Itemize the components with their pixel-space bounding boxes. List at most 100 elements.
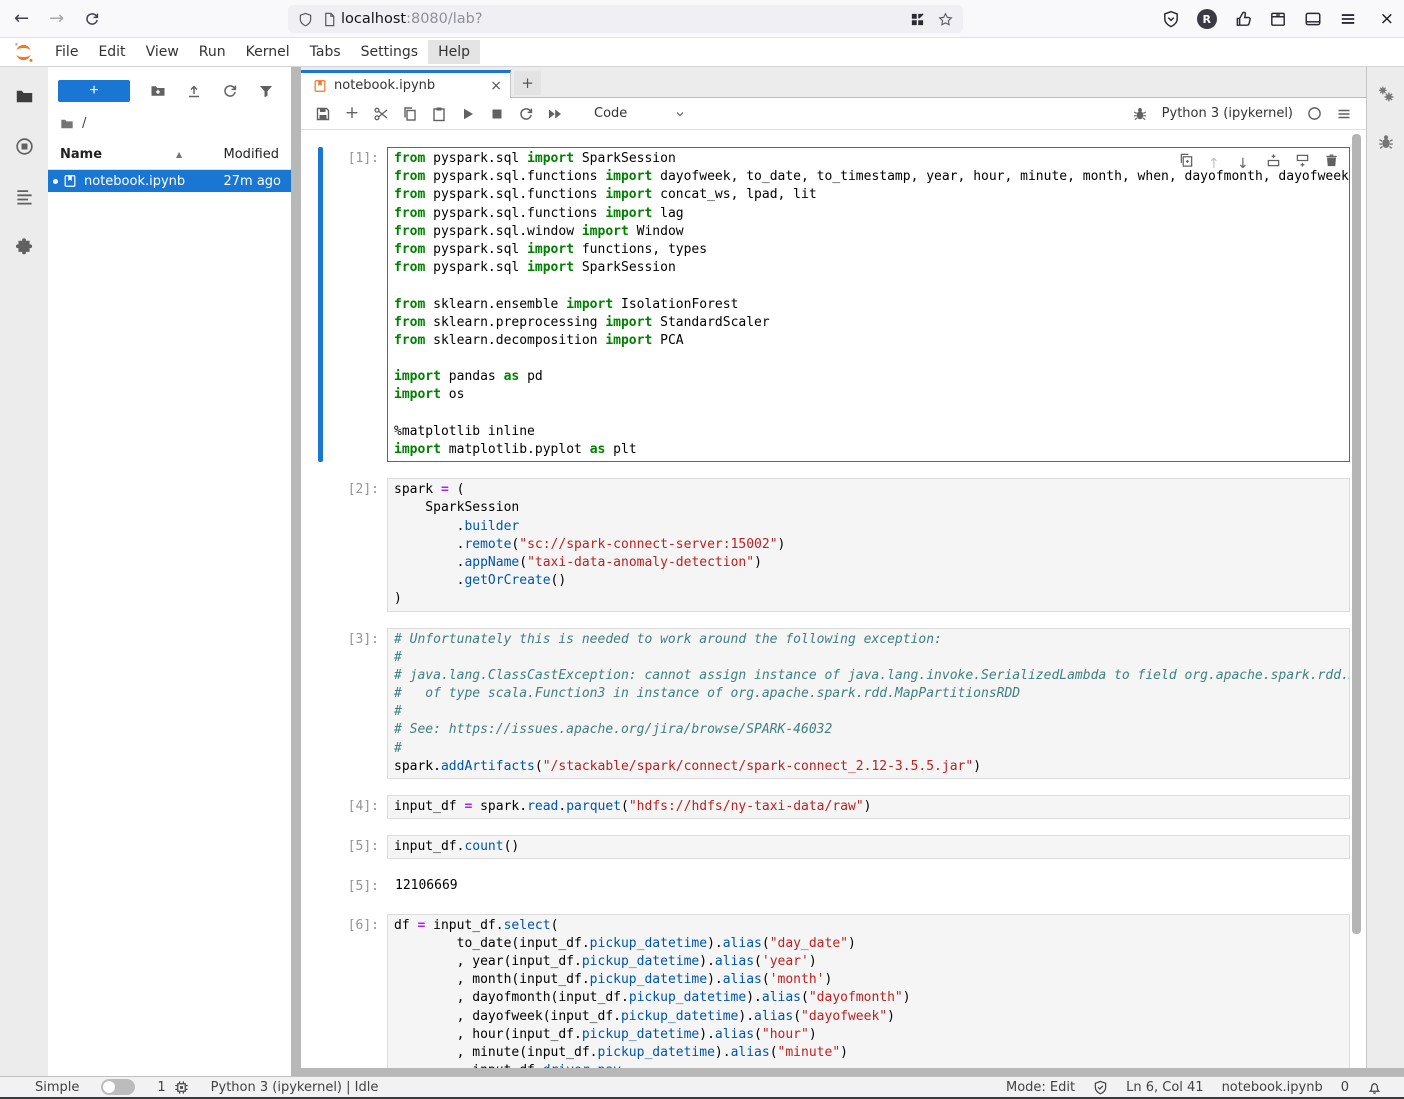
cursor-position[interactable]: Ln 6, Col 41 [1126,1080,1203,1095]
code-editor[interactable]: input_df = spark.read.parquet("hdfs://hd… [387,795,1350,819]
code-editor[interactable]: df = input_df.select( to_date(input_df.p… [387,914,1350,1068]
account-avatar[interactable]: R [1197,9,1217,29]
cell-type-dropdown[interactable]: Code [594,106,686,121]
column-modified[interactable]: Modified [224,147,279,162]
run-cell-icon[interactable] [460,106,476,122]
restart-run-all-icon[interactable] [547,106,563,122]
url-bar[interactable]: localhost:8080/lab? [288,5,963,33]
extension-manager-icon[interactable] [15,237,34,256]
bookmark-star-icon[interactable] [938,12,953,27]
kernel-menu-icon[interactable] [1336,106,1352,122]
kernel-status-text[interactable]: Python 3 (ipykernel) | Idle [211,1080,379,1095]
save-icon[interactable] [315,106,331,122]
notebook-scroll-area[interactable]: [1]:from pyspark.sql import SparkSession… [301,130,1366,1068]
menu-settings[interactable]: Settings [351,40,428,64]
code-editor[interactable]: from pyspark.sql import SparkSessionfrom… [387,147,1350,462]
copy-cells-icon[interactable] [402,106,418,122]
menu-edit[interactable]: Edit [88,40,135,64]
upload-icon[interactable] [186,83,202,99]
breadcrumb[interactable]: / [48,108,291,137]
menu-run[interactable]: Run [189,40,236,64]
column-name[interactable]: Name [60,147,102,162]
mode-indicator[interactable]: Mode: Edit [1006,1080,1075,1095]
menu-view[interactable]: View [136,40,189,64]
archive-box-icon[interactable] [1269,10,1287,28]
tab-label: notebook.ipynb [334,78,490,93]
menu-help[interactable]: Help [428,40,480,64]
notebook-toolbar: + Code Python 3 (ipykernel) [301,98,1366,130]
input-prompt: [5]: [323,835,387,859]
shield-icon[interactable] [298,12,313,27]
file-row[interactable]: notebook.ipynb27m ago [48,170,291,192]
new-tab-button[interactable]: + [514,71,541,95]
code-editor[interactable]: # Unfortunately this is needed to work a… [387,628,1350,780]
table-of-contents-icon[interactable] [15,187,34,206]
browser-back-icon[interactable]: ← [14,10,29,28]
firefox-view-icon[interactable] [910,12,925,27]
code-editor[interactable]: input_df.count() [387,835,1350,859]
notebook-scrollbar[interactable] [1352,134,1361,934]
output-area: 12106669 [387,875,1350,897]
tab-notebook[interactable]: notebook.ipynb × [301,70,511,98]
extension-thumb-icon[interactable] [1234,10,1252,28]
property-inspector-gears-icon[interactable] [1377,85,1395,103]
dock-tab-bar: notebook.ipynb × + [301,67,1366,98]
cut-cells-icon[interactable] [373,106,389,122]
input-prompt: [2]: [323,478,387,611]
file-browser-panel: + / Name ▲ Modified notebook.ipynb27m ag… [48,67,291,1072]
menu-file[interactable]: File [45,40,88,64]
notebook-file-icon [313,79,327,93]
simple-mode-label: Simple [35,1080,79,1095]
browser-reload-icon[interactable] [84,11,100,27]
add-cell-icon[interactable]: + [344,106,360,122]
move-cell-up-icon[interactable]: ↑ [1208,153,1223,168]
new-folder-icon[interactable] [150,83,166,99]
notebook-cell: [5]:input_df.count() [318,835,1350,859]
sidebar-toggle-icon[interactable] [1304,10,1322,28]
menu-tabs[interactable]: Tabs [300,40,351,64]
running-sessions-icon[interactable] [15,137,34,156]
sort-ascending-icon: ▲ [176,151,182,159]
panel-splitter[interactable] [291,67,301,1076]
delete-cell-icon[interactable] [1324,153,1339,168]
browser-forward-icon[interactable]: → [49,10,64,28]
notebook-cell: [3]:# Unfortunately this is needed to wo… [318,628,1350,780]
file-browser-tab-icon[interactable] [15,87,34,106]
restart-kernel-icon[interactable] [518,106,534,122]
kernel-status-icon[interactable] [1307,106,1322,121]
bell-icon[interactable] [1367,1080,1382,1095]
file-list-header[interactable]: Name ▲ Modified [48,141,291,170]
notebook-cell: [6]:df = input_df.select( to_date(input_… [318,914,1350,1068]
browser-menu-icon[interactable] [1339,10,1357,28]
simple-mode-toggle[interactable] [101,1079,135,1095]
notifications-count[interactable]: 0 [1341,1080,1349,1095]
statusbar-filename: notebook.ipynb [1222,1080,1323,1095]
menu-kernel[interactable]: Kernel [236,40,300,64]
paste-cells-icon[interactable] [431,106,447,122]
page-info-icon[interactable] [322,12,337,27]
tab-close-icon[interactable]: × [490,79,502,93]
home-folder-icon[interactable] [60,117,74,131]
new-launcher-button[interactable]: + [58,80,130,102]
insert-cell-above-icon[interactable] [1266,153,1281,168]
window-close-icon[interactable]: × [1380,11,1394,28]
duplicate-cell-icon[interactable] [1179,153,1194,168]
kernel-chip-icon[interactable] [174,1080,189,1095]
debugger-panel-bug-icon[interactable] [1377,133,1395,151]
refresh-icon[interactable] [222,83,238,99]
code-editor[interactable]: spark = ( SparkSession .builder .remote(… [387,478,1350,611]
browser-toolbar: ← → localhost:8080/lab? R × [0,0,1404,38]
unsaved-dot [53,179,58,184]
trust-shield-check-icon[interactable] [1093,1080,1108,1095]
move-cell-down-icon[interactable]: ↓ [1237,153,1252,168]
debugger-bug-icon[interactable] [1132,106,1148,122]
insert-cell-below-icon[interactable] [1295,153,1310,168]
input-prompt: [1]: [323,147,387,462]
notebook-cell: [2]:spark = ( SparkSession .builder .rem… [318,478,1350,611]
chevron-down-icon [674,108,686,120]
filter-icon[interactable] [258,83,274,99]
input-prompt: [6]: [323,914,387,1068]
tracking-protection-shield-icon[interactable] [1162,10,1180,28]
interrupt-kernel-icon[interactable] [489,106,505,122]
kernel-name[interactable]: Python 3 (ipykernel) [1162,106,1293,121]
